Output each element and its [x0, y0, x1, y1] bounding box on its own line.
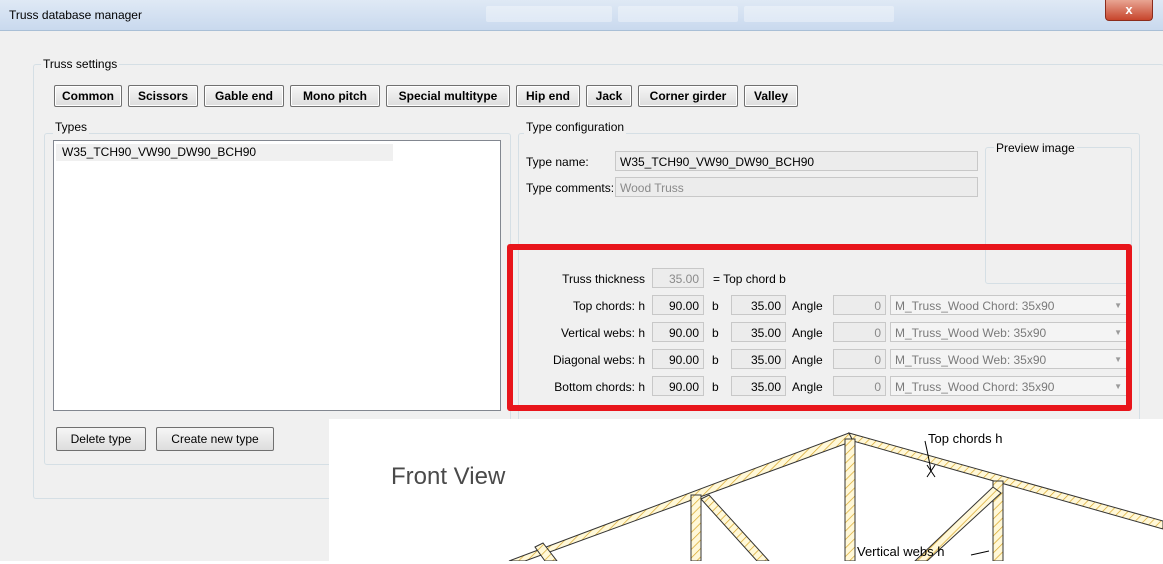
- valley-button[interactable]: Valley: [744, 85, 798, 107]
- top-chords-drawing-label: Top chords h: [928, 431, 1003, 446]
- types-legend: Types: [53, 120, 90, 134]
- front-view-drawing: Front View Top chords h Vertical webs h: [329, 419, 1163, 562]
- corner-girder-button[interactable]: Corner girder: [638, 85, 738, 107]
- hip-end-button[interactable]: Hip end: [516, 85, 580, 107]
- type-comments-field[interactable]: Wood Truss: [615, 177, 978, 197]
- titlebar-ghost-3: [744, 6, 894, 22]
- jack-button[interactable]: Jack: [586, 85, 632, 107]
- front-view-title: Front View: [391, 463, 506, 490]
- titlebar-ghost-2: [618, 6, 738, 22]
- diagonal-web-left: [700, 494, 771, 562]
- vertical-webs-drawing-label: Vertical webs h: [857, 544, 945, 559]
- highlight-box: [507, 244, 1132, 411]
- top-chord-right: [848, 432, 1163, 530]
- types-listbox[interactable]: W35_TCH90_VW90_DW90_BCH90: [53, 140, 501, 411]
- special-multitype-button[interactable]: Special multitype: [386, 85, 510, 107]
- type-name-field[interactable]: W35_TCH90_VW90_DW90_BCH90: [615, 151, 978, 171]
- type-name-label: Type name:: [526, 155, 589, 169]
- vertical-web-center: [844, 438, 856, 562]
- window-title: Truss database manager: [9, 8, 142, 22]
- close-icon: x: [1125, 2, 1133, 17]
- title-bar: Truss database manager x: [0, 0, 1163, 31]
- type-comments-label: Type comments:: [526, 181, 615, 195]
- delete-type-button[interactable]: Delete type: [56, 427, 146, 451]
- gable-end-button[interactable]: Gable end: [204, 85, 284, 107]
- truss-settings-legend: Truss settings: [41, 57, 120, 71]
- vertical-webs-leader: [970, 550, 990, 556]
- preview-image-legend: Preview image: [994, 141, 1077, 155]
- top-chords-dimension-mark: [926, 464, 936, 478]
- top-chord-left: [508, 432, 854, 562]
- create-new-type-button[interactable]: Create new type: [156, 427, 274, 451]
- close-button[interactable]: x: [1105, 0, 1153, 21]
- titlebar-ghost-1: [486, 6, 612, 22]
- mono-pitch-button[interactable]: Mono pitch: [290, 85, 380, 107]
- common-button[interactable]: Common: [54, 85, 122, 107]
- scissors-button[interactable]: Scissors: [128, 85, 198, 107]
- list-item[interactable]: W35_TCH90_VW90_DW90_BCH90: [56, 144, 393, 161]
- type-configuration-legend: Type configuration: [524, 120, 627, 134]
- vertical-web-left: [690, 494, 702, 562]
